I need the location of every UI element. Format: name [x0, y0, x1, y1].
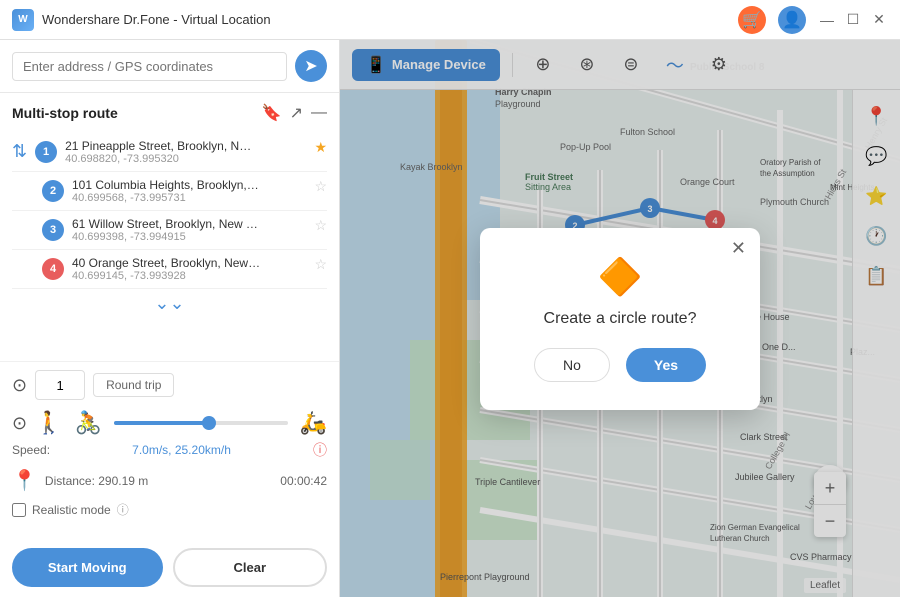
bike-icon[interactable]: 🚴 [75, 410, 102, 436]
window-controls: — ☐ ✕ [818, 11, 888, 29]
stop-number-4: 4 [42, 258, 64, 280]
collapse-arrows[interactable]: ⌄⌄ [12, 289, 327, 318]
speed-info-icon[interactable]: ⓘ [313, 440, 327, 460]
app-logo: W [12, 9, 34, 31]
stop-text-1: 21 Pineapple Street, Brooklyn, New York … [65, 139, 306, 165]
route-close-icon[interactable]: — [311, 104, 327, 122]
route-header: Multi-stop route 🔖 ↗ — [12, 103, 327, 123]
main-content: ➤ Multi-stop route 🔖 ↗ — ⇅ 1 21 Pineappl… [0, 40, 900, 597]
stop-name-3: 61 Willow Street, Brooklyn, New York... [72, 217, 262, 231]
route-stop-3: 3 61 Willow Street, Brooklyn, New York..… [12, 211, 327, 250]
map-area: 1 2 3 4 Harry Chapin Playground Public S… [340, 40, 900, 597]
stop-star-2[interactable]: ☆ [314, 178, 327, 195]
user-icon[interactable]: 👤 [778, 6, 806, 34]
transport-section: ⊙ 🚶 🚴 🛵 [12, 410, 327, 436]
maximize-button[interactable]: ☐ [844, 11, 862, 29]
search-input[interactable] [12, 52, 287, 81]
route-stop-4: 4 40 Orange Street, Brooklyn, New Yor...… [12, 250, 327, 289]
moped-icon[interactable]: 🛵 [300, 410, 327, 436]
stop-star-1[interactable]: ★ [314, 139, 327, 156]
route-stop-2: 2 101 Columbia Heights, Brooklyn, Ne... … [12, 172, 327, 211]
dialog-overlay: ✕ 🔶 Create a circle route? No Yes [340, 40, 900, 597]
loop-icon: ⊙ [12, 375, 27, 396]
dialog-close-button[interactable]: ✕ [731, 238, 746, 259]
dialog-no-button[interactable]: No [534, 348, 610, 382]
clear-button[interactable]: Clear [173, 548, 328, 587]
stop-coords-1: 40.698820, -73.995320 [65, 153, 306, 165]
speed-slider[interactable] [114, 421, 288, 425]
loop-count-input[interactable] [35, 370, 85, 400]
realistic-help-icon[interactable]: ⓘ [117, 501, 129, 518]
route-title: Multi-stop route [12, 105, 118, 121]
stop-text-3: 61 Willow Street, Brooklyn, New York... … [72, 217, 306, 243]
time-text: 00:00:42 [280, 474, 327, 488]
walk-icon[interactable]: 🚶 [35, 410, 62, 436]
route-save-icon[interactable]: 🔖 [262, 103, 282, 123]
settings-section: ⊙ Round trip ⊙ 🚶 🚴 🛵 [0, 361, 339, 538]
stop-coords-4: 40.699145, -73.993928 [72, 270, 306, 282]
round-trip-button[interactable]: Round trip [93, 373, 174, 397]
titlebar: W Wondershare Dr.Fone - Virtual Location… [0, 0, 900, 40]
titlebar-left: W Wondershare Dr.Fone - Virtual Location [12, 9, 271, 31]
route-panel: Multi-stop route 🔖 ↗ — ⇅ 1 21 Pineapple … [0, 93, 339, 361]
realistic-mode-label: Realistic mode [32, 503, 111, 517]
stop-name-1: 21 Pineapple Street, Brooklyn, New York … [65, 139, 255, 153]
stop-coords-3: 40.699398, -73.994915 [72, 231, 306, 243]
titlebar-right: 🛒 👤 — ☐ ✕ [738, 6, 888, 34]
stop-star-3[interactable]: ☆ [314, 217, 327, 234]
create-circle-route-dialog: ✕ 🔶 Create a circle route? No Yes [480, 228, 760, 410]
close-button[interactable]: ✕ [870, 11, 888, 29]
loop-row: ⊙ Round trip [12, 370, 327, 400]
route-arrow-icon: ⇅ [12, 141, 27, 162]
distance-icon: 📍 [12, 468, 37, 493]
dialog-message: Create a circle route? [512, 310, 728, 328]
stop-number-2: 2 [42, 180, 64, 202]
speed-row: Speed: 7.0m/s, 25.20km/h ⓘ [12, 440, 327, 460]
stop-star-4[interactable]: ☆ [314, 256, 327, 273]
speed-label: Speed: [12, 443, 50, 457]
stop-number-3: 3 [42, 219, 64, 241]
stop-coords-2: 40.699568, -73.995731 [72, 192, 306, 204]
realistic-row: Realistic mode ⓘ [12, 501, 327, 518]
speedometer-icon: ⊙ [12, 413, 27, 434]
distance-text: Distance: 290.19 m [45, 474, 272, 488]
transport-modes: 🚶 🚴 🛵 [35, 410, 327, 436]
route-actions: 🔖 ↗ — [262, 103, 327, 123]
stop-name-2: 101 Columbia Heights, Brooklyn, Ne... [72, 178, 262, 192]
stop-number-1: 1 [35, 141, 57, 163]
dialog-buttons: No Yes [512, 348, 728, 382]
speed-value: 7.0m/s, 25.20km/h [132, 443, 231, 457]
minimize-button[interactable]: — [818, 11, 836, 29]
stop-text-4: 40 Orange Street, Brooklyn, New Yor... 4… [72, 256, 306, 282]
stop-name-4: 40 Orange Street, Brooklyn, New Yor... [72, 256, 262, 270]
route-export-icon[interactable]: ↗ [290, 103, 303, 123]
app-title: Wondershare Dr.Fone - Virtual Location [42, 12, 271, 27]
left-panel: ➤ Multi-stop route 🔖 ↗ — ⇅ 1 21 Pineappl… [0, 40, 340, 597]
route-stop-1: ⇅ 1 21 Pineapple Street, Brooklyn, New Y… [12, 133, 327, 172]
dialog-yes-button[interactable]: Yes [626, 348, 706, 382]
search-button[interactable]: ➤ [295, 50, 327, 82]
cart-icon[interactable]: 🛒 [738, 6, 766, 34]
stop-text-2: 101 Columbia Heights, Brooklyn, Ne... 40… [72, 178, 306, 204]
action-buttons: Start Moving Clear [0, 538, 339, 597]
distance-row: 📍 Distance: 290.19 m 00:00:42 [12, 468, 327, 493]
search-bar: ➤ [0, 40, 339, 93]
dialog-warning-icon: 🔶 [512, 256, 728, 298]
realistic-mode-checkbox[interactable] [12, 503, 26, 517]
start-moving-button[interactable]: Start Moving [12, 548, 163, 587]
